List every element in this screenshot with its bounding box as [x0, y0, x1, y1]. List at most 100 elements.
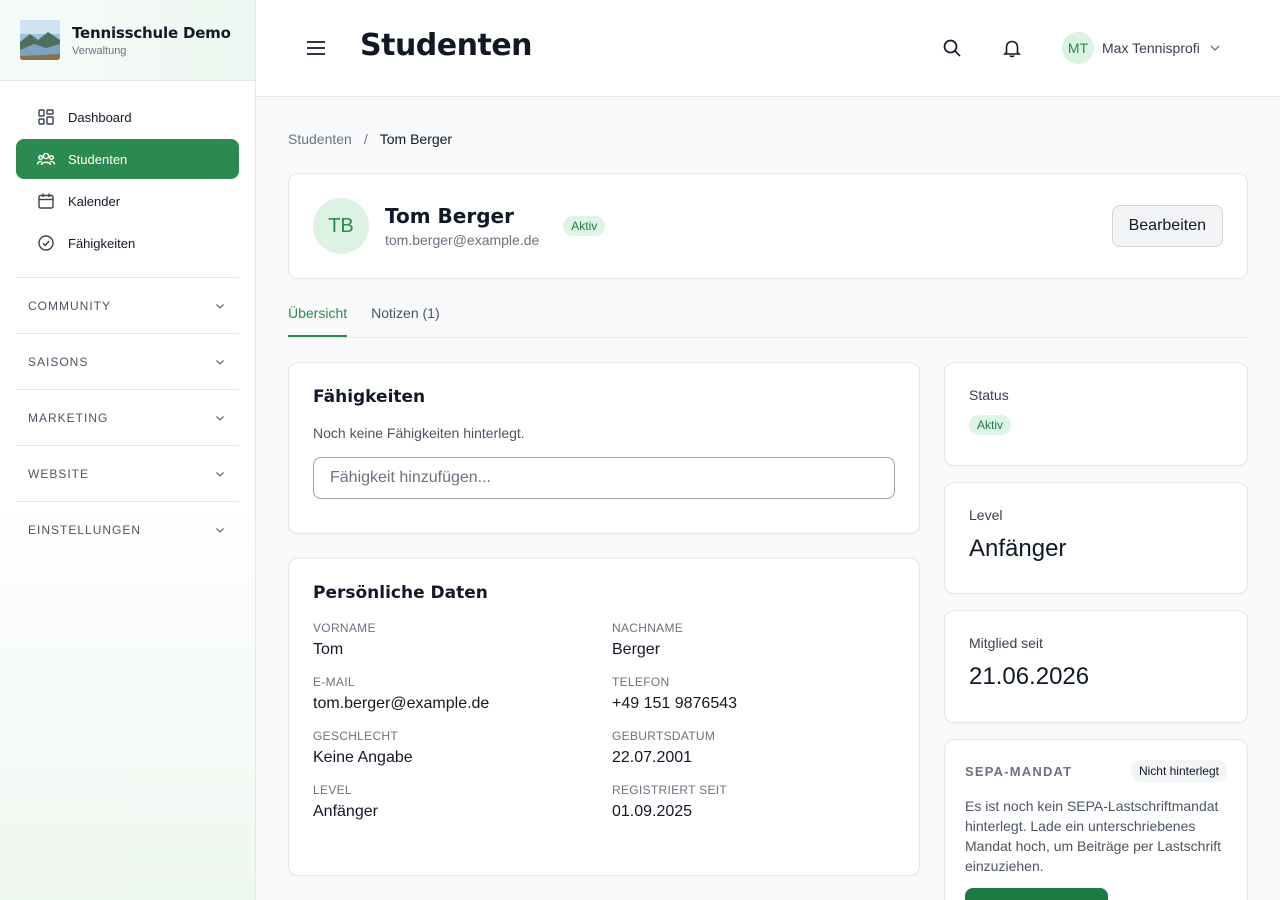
sidebar-sections: COMMUNITY SAISONS MARKETING WEBSITE EINS…: [0, 278, 255, 558]
sidebar-item-label: Dashboard: [68, 109, 132, 125]
chevron-down-icon: [216, 303, 224, 309]
field-level: LEVEL Anfänger: [313, 783, 612, 821]
user-name: Max Tennisprofi: [1102, 40, 1200, 56]
user-avatar: MT: [1062, 32, 1094, 64]
field-value: 22.07.2001: [612, 749, 693, 766]
hamburger-menu-icon[interactable]: [304, 36, 328, 60]
skills-card: Fähigkeiten Noch keine Fähigkeiten hinte…: [288, 362, 920, 534]
upload-mandate-button[interactable]: Mandat hochladen: [965, 888, 1109, 900]
field-nachname: NACHNAME Berger: [612, 621, 892, 659]
section-label: MARKETING: [28, 410, 109, 425]
sepa-title: SEPA-MANDAT: [965, 763, 1073, 779]
personal-data-card: Persönliche Daten VORNAME Tom NACHNAME B…: [288, 558, 920, 876]
field-label: TELEFON: [612, 675, 670, 689]
skill-add-input[interactable]: [313, 457, 895, 499]
page-title: Studenten: [360, 28, 533, 63]
user-menu[interactable]: MT Max Tennisprofi: [1062, 32, 1222, 64]
main-content: Studenten / Tom Berger TB Tom Berger tom…: [288, 97, 1248, 900]
sidebar-item-faehigkeiten[interactable]: Fähigkeiten: [16, 223, 239, 263]
sidebar-section-marketing[interactable]: MARKETING: [16, 390, 239, 446]
member-since-card: Mitglied seit 21.06.2026: [944, 610, 1248, 723]
field-registriert-seit: REGISTRIERT SEIT 01.09.2025: [612, 783, 892, 821]
chevron-down-icon: [1210, 45, 1220, 51]
section-label: EINSTELLUNGEN: [28, 523, 142, 537]
field-value: +49 151 9876543: [612, 695, 738, 712]
users-icon: [36, 152, 56, 166]
sidebar-section-saisons[interactable]: SAISONS: [16, 334, 239, 390]
level-card-label: Level: [969, 507, 1003, 523]
personal-data-fields: VORNAME Tom NACHNAME Berger E-MAIL tom.b…: [313, 621, 895, 821]
check-circle-icon: [38, 235, 54, 251]
field-value: 01.09.2025: [612, 803, 693, 820]
sepa-text: Es ist noch kein SEPA-Lastschriftmandat …: [965, 798, 1222, 874]
sidebar: Tennisschule Demo Verwaltung Dashboard S…: [0, 0, 256, 900]
personal-data-title: Persönliche Daten: [313, 583, 488, 603]
status-card-badge: Aktiv: [969, 415, 1012, 435]
status-card-label: Status: [969, 387, 1009, 403]
sidebar-section-community[interactable]: COMMUNITY: [16, 278, 239, 334]
level-card: Level Anfänger: [944, 482, 1248, 594]
student-name: Tom Berger: [385, 204, 514, 228]
tab-uebersicht[interactable]: Übersicht: [288, 297, 348, 337]
chevron-down-icon: [216, 359, 224, 365]
sidebar-item-label: Studenten: [68, 151, 128, 167]
field-value: Berger: [612, 641, 661, 658]
field-email: E-MAIL tom.berger@example.de: [313, 675, 612, 713]
level-card-value: Anfänger: [969, 535, 1067, 562]
skills-empty-text: Noch keine Fähigkeiten hinterlegt.: [313, 425, 525, 441]
member-since-label: Mitglied seit: [969, 635, 1043, 651]
field-label: GESCHLECHT: [313, 729, 399, 743]
section-label: SAISONS: [28, 354, 89, 369]
brand-name: Tennisschule Demo: [72, 23, 231, 42]
sidebar-section-einstellungen[interactable]: EINSTELLUNGEN: [16, 502, 239, 558]
edit-button[interactable]: Bearbeiten: [1111, 205, 1223, 247]
sidebar-item-dashboard[interactable]: Dashboard: [16, 97, 239, 137]
breadcrumb: Studenten / Tom Berger: [288, 131, 1248, 147]
sidebar-item-label: Kalender: [68, 193, 121, 209]
chevron-down-icon: [216, 415, 224, 421]
section-label: COMMUNITY: [28, 298, 111, 313]
breadcrumb-current: Tom Berger: [379, 131, 453, 147]
skills-title: Fähigkeiten: [313, 387, 426, 407]
sepa-status-badge: Nicht hinterlegt: [1130, 760, 1227, 782]
field-vorname: VORNAME Tom: [313, 621, 612, 659]
field-label: GEBURTSDATUM: [612, 729, 716, 743]
student-header-card: TB Tom Berger tom.berger@example.de Akti…: [288, 173, 1248, 279]
brand[interactable]: Tennisschule Demo Verwaltung: [0, 0, 255, 81]
chevron-down-icon: [216, 471, 224, 477]
field-geburtsdatum: GEBURTSDATUM 22.07.2001: [612, 729, 892, 767]
sepa-card: SEPA-MANDAT Nicht hinterlegt Es ist noch…: [944, 739, 1248, 900]
student-avatar: TB: [313, 198, 369, 254]
breadcrumb-parent-link[interactable]: Studenten: [288, 131, 352, 147]
sidebar-item-label: Fähigkeiten: [68, 235, 136, 251]
field-telefon: TELEFON +49 151 9876543: [612, 675, 892, 713]
tabs: Übersicht Notizen (1): [288, 297, 1248, 338]
field-label: VORNAME: [313, 621, 376, 635]
section-label: WEBSITE: [28, 466, 90, 481]
field-label: E-MAIL: [313, 675, 355, 689]
brand-logo: [20, 20, 60, 60]
chevron-down-icon: [216, 528, 224, 533]
bell-icon[interactable]: [1001, 37, 1023, 59]
field-label: REGISTRIERT SEIT: [612, 783, 728, 797]
sidebar-item-kalender[interactable]: Kalender: [16, 181, 239, 221]
sidebar-item-studenten[interactable]: Studenten: [16, 139, 239, 179]
field-value: Tom: [313, 641, 344, 658]
search-icon[interactable]: [941, 37, 963, 59]
dashboard-icon: [38, 109, 54, 125]
field-value: Keine Angabe: [313, 749, 413, 766]
student-email: tom.berger@example.de: [385, 232, 540, 248]
status-card: Status Aktiv: [944, 362, 1248, 466]
field-label: NACHNAME: [612, 621, 684, 635]
breadcrumb-separator: /: [363, 131, 368, 147]
member-since-value: 21.06.2026: [969, 663, 1090, 690]
sidebar-section-website[interactable]: WEBSITE: [16, 446, 239, 502]
brand-subtitle: Verwaltung: [72, 44, 127, 57]
field-label: LEVEL: [313, 783, 352, 797]
field-value: Anfänger: [313, 803, 378, 820]
topbar: Studenten MT Max Tennisprofi: [256, 0, 1280, 97]
calendar-icon: [38, 193, 54, 209]
field-geschlecht: GESCHLECHT Keine Angabe: [313, 729, 612, 767]
status-badge: Aktiv: [563, 216, 606, 236]
tab-notizen[interactable]: Notizen (1): [371, 297, 439, 337]
